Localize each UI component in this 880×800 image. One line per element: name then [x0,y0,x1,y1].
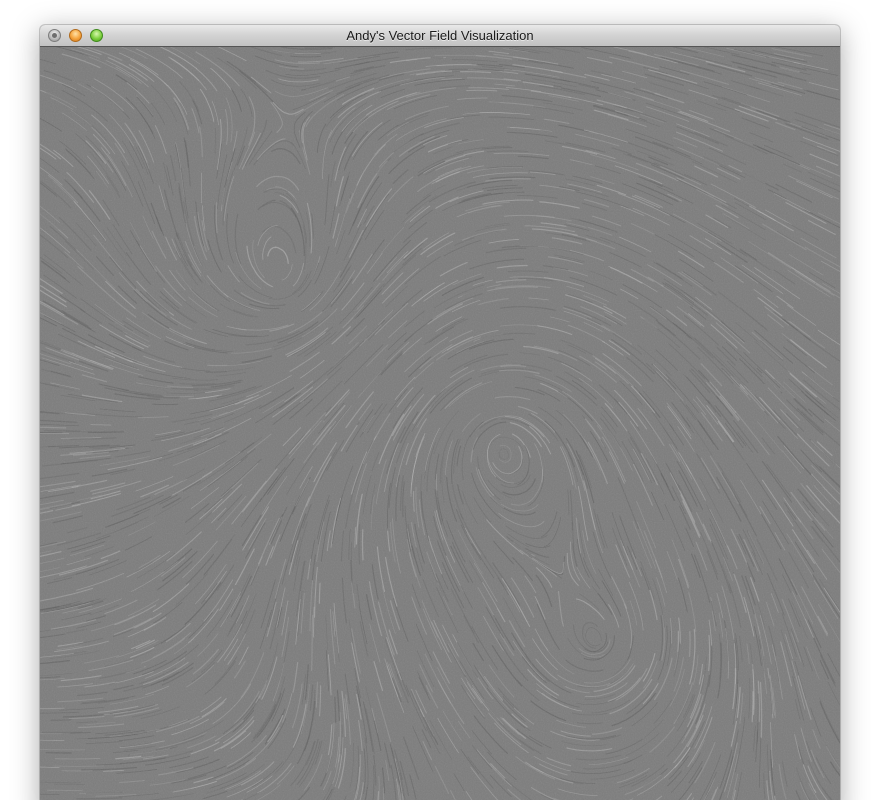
vector-field-canvas[interactable] [40,47,840,800]
title-bar[interactable]: Andy's Vector Field Visualization [40,25,840,47]
app-window: Andy's Vector Field Visualization [40,25,840,800]
vector-field-image [40,47,840,800]
window-title: Andy's Vector Field Visualization [346,28,534,43]
